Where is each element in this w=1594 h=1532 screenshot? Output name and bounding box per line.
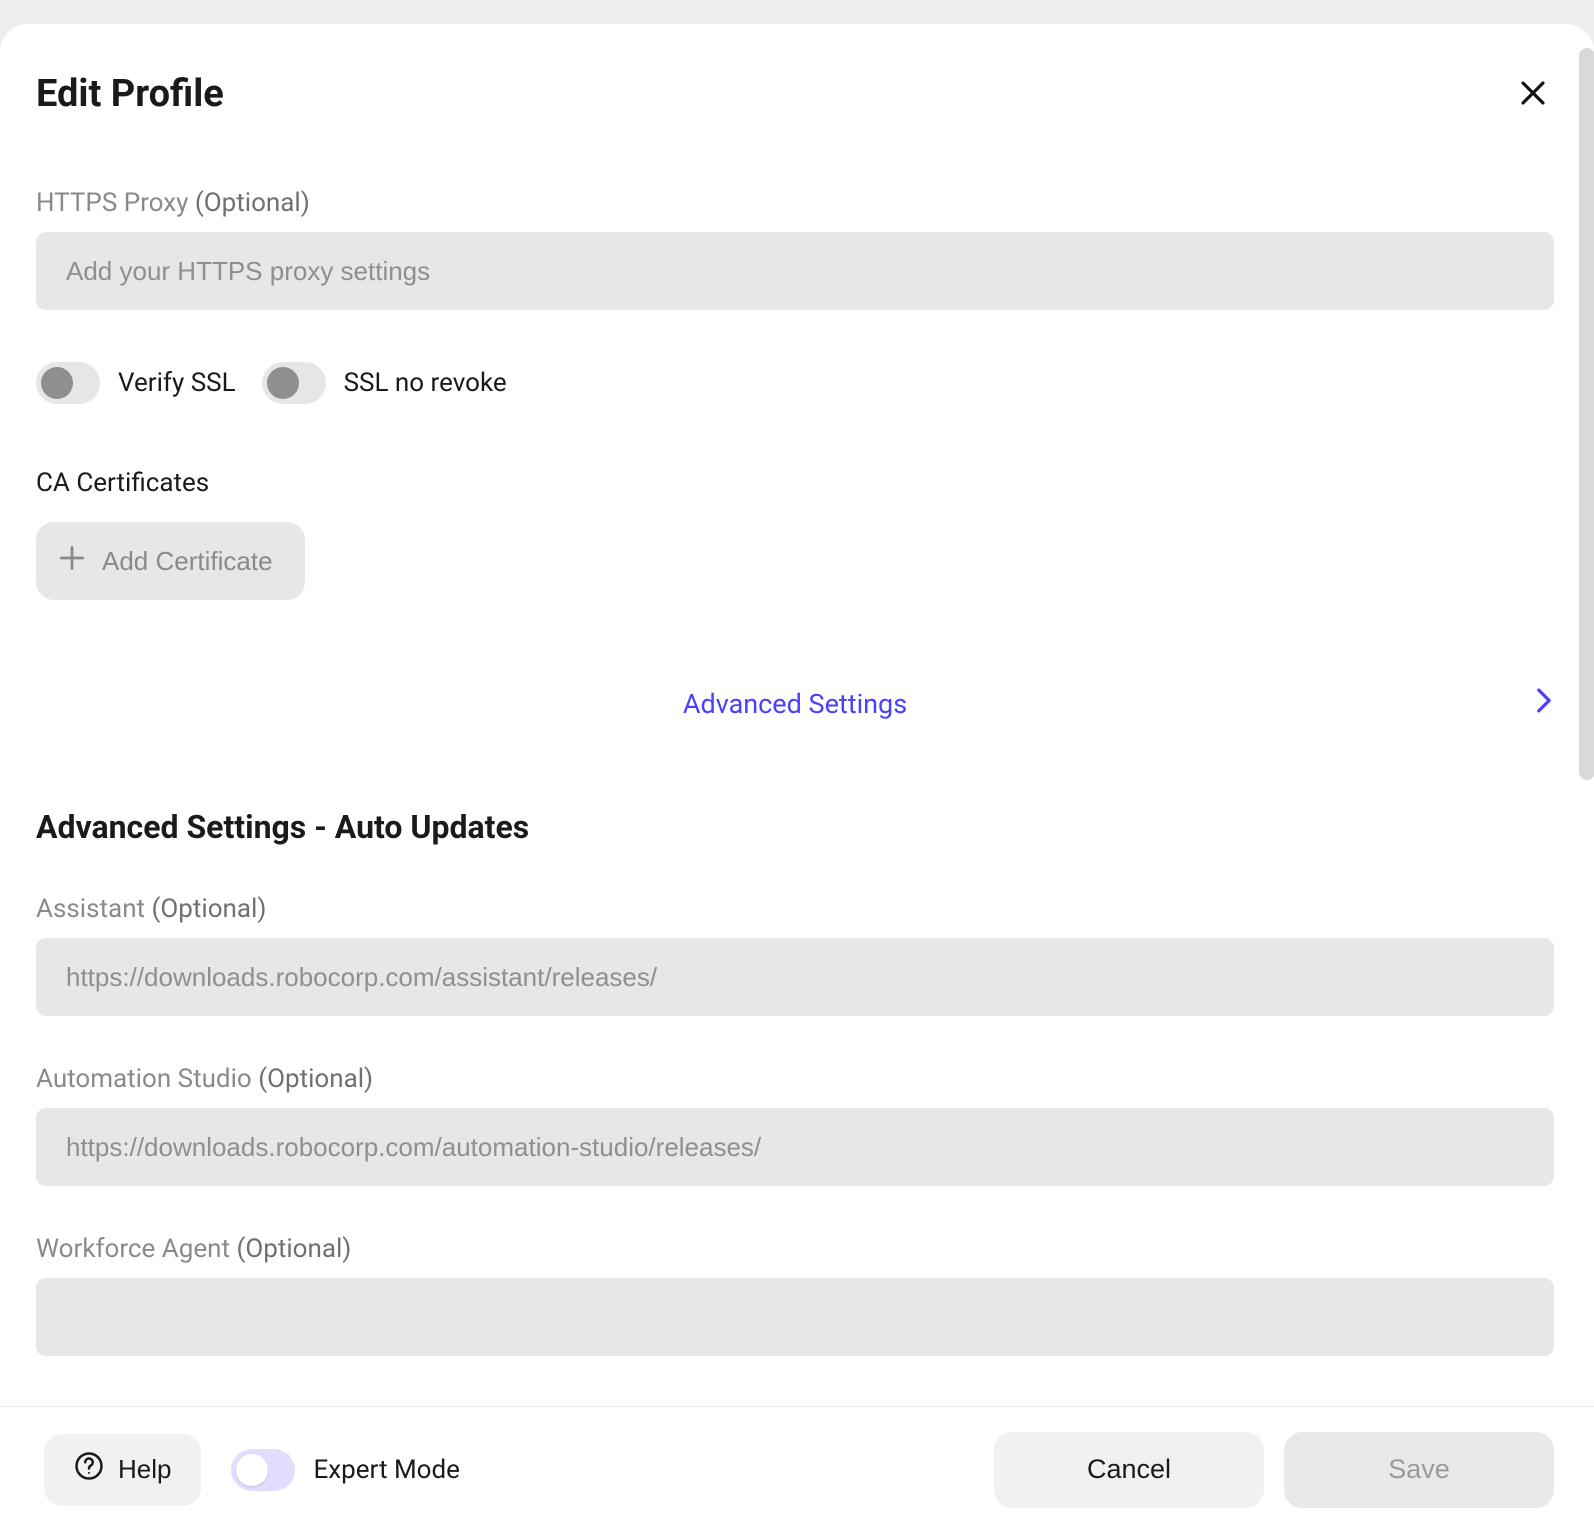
help-label: Help bbox=[118, 1454, 171, 1485]
help-icon bbox=[74, 1451, 104, 1488]
assistant-input[interactable] bbox=[36, 938, 1554, 1016]
label-optional: (Optional) bbox=[258, 1064, 373, 1094]
ssl-no-revoke-toggle[interactable] bbox=[262, 362, 326, 404]
ssl-no-revoke-label: SSL no revoke bbox=[344, 368, 507, 398]
chevron-right-icon bbox=[1534, 688, 1554, 721]
verify-ssl-label: Verify SSL bbox=[118, 368, 236, 398]
ssl-toggle-row: Verify SSL SSL no revoke bbox=[36, 362, 1554, 404]
modal-footer: Help Expert Mode Cancel Save bbox=[0, 1406, 1594, 1532]
label-text: Automation Studio bbox=[36, 1064, 252, 1094]
add-certificate-label: Add Certificate bbox=[102, 546, 273, 577]
expert-mode-label: Expert Mode bbox=[313, 1455, 459, 1485]
label-optional: (Optional) bbox=[152, 894, 267, 924]
ca-certificates-heading: CA Certificates bbox=[36, 468, 1554, 498]
label-text: Workforce Agent bbox=[36, 1234, 230, 1264]
https-proxy-input[interactable] bbox=[36, 232, 1554, 310]
label-optional: (Optional) bbox=[195, 188, 310, 218]
label-text: HTTPS Proxy bbox=[36, 188, 188, 218]
verify-ssl-toggle[interactable] bbox=[36, 362, 100, 404]
plus-icon bbox=[56, 542, 88, 581]
close-button[interactable] bbox=[1512, 73, 1554, 115]
label-optional: (Optional) bbox=[236, 1234, 351, 1264]
workforce-agent-input[interactable] bbox=[36, 1278, 1554, 1356]
label-text: Assistant bbox=[36, 894, 145, 924]
close-icon bbox=[1518, 78, 1548, 111]
modal-body: HTTPS Proxy (Optional) Verify SSL SSL no… bbox=[0, 140, 1594, 1406]
page-title: Edit Profile bbox=[36, 72, 224, 116]
edit-profile-modal: Edit Profile HTTPS Proxy (Optional) Veri… bbox=[0, 24, 1594, 1532]
scrollbar[interactable] bbox=[1579, 48, 1594, 780]
auto-updates-section-title: Advanced Settings - Auto Updates bbox=[36, 808, 1554, 846]
modal-header: Edit Profile bbox=[0, 24, 1594, 140]
workforce-agent-label: Workforce Agent (Optional) bbox=[36, 1234, 1554, 1264]
help-button[interactable]: Help bbox=[44, 1434, 201, 1506]
expert-mode-wrap: Expert Mode bbox=[231, 1449, 459, 1491]
advanced-settings-link[interactable]: Advanced Settings bbox=[36, 680, 1554, 728]
save-button[interactable]: Save bbox=[1284, 1432, 1554, 1508]
cancel-button[interactable]: Cancel bbox=[994, 1432, 1264, 1508]
automation-studio-input[interactable] bbox=[36, 1108, 1554, 1186]
https-proxy-label: HTTPS Proxy (Optional) bbox=[36, 188, 1554, 218]
assistant-label: Assistant (Optional) bbox=[36, 894, 1554, 924]
advanced-settings-text: Advanced Settings bbox=[683, 688, 907, 720]
automation-studio-label: Automation Studio (Optional) bbox=[36, 1064, 1554, 1094]
expert-mode-toggle[interactable] bbox=[231, 1449, 295, 1491]
add-certificate-button[interactable]: Add Certificate bbox=[36, 522, 305, 600]
